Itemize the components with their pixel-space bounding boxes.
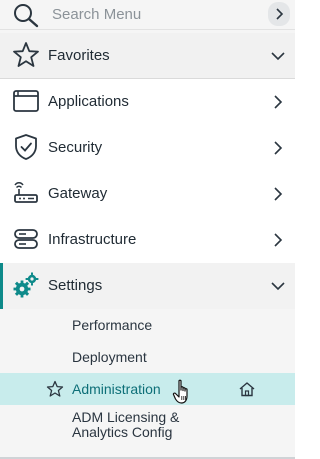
- applications-label: Applications: [48, 93, 129, 110]
- deployment-label: Deployment: [72, 349, 147, 365]
- home-icon[interactable]: [238, 381, 256, 397]
- security-label: Security: [48, 139, 103, 156]
- chevron-right-icon: [274, 233, 283, 247]
- adm-licensing-label: ADM Licensing & Analytics Config: [72, 409, 180, 440]
- nav-item-settings[interactable]: Settings: [0, 263, 295, 309]
- favorite-star-icon[interactable]: [46, 380, 64, 398]
- chevron-right-icon: [276, 8, 284, 20]
- servers-icon: [14, 229, 38, 249]
- chevron-right-icon: [274, 141, 283, 155]
- gateway-icon: [14, 182, 38, 203]
- nav-item-security[interactable]: Security: [0, 125, 295, 171]
- gateway-label: Gateway: [48, 185, 108, 202]
- settings-label: Settings: [48, 277, 103, 294]
- collapse-menu-button[interactable]: [268, 2, 290, 26]
- performance-label: Performance: [72, 317, 153, 333]
- administration-label: Administration: [72, 381, 161, 397]
- gears-icon: [13, 272, 39, 298]
- nav-item-infrastructure[interactable]: Infrastructure: [0, 217, 295, 263]
- sub-item-adm-licensing[interactable]: ADM Licensing & Analytics Config: [0, 406, 295, 454]
- window-icon: [13, 90, 39, 112]
- infrastructure-label: Infrastructure: [48, 231, 137, 248]
- nav-item-applications[interactable]: Applications: [0, 79, 295, 125]
- sub-item-performance[interactable]: Performance: [0, 309, 295, 341]
- shield-check-icon: [15, 134, 37, 160]
- navigation-menu: Favorites Applications Security: [0, 0, 295, 459]
- chevron-down-icon: [271, 52, 285, 61]
- nav-item-gateway[interactable]: Gateway: [0, 171, 295, 217]
- hand-cursor-icon: [172, 379, 188, 404]
- star-icon: [13, 42, 39, 67]
- chevron-down-icon: [271, 282, 285, 291]
- search-row: [0, 0, 295, 30]
- chevron-right-icon: [274, 187, 283, 201]
- sub-item-deployment[interactable]: Deployment: [0, 341, 295, 373]
- favorites-label: Favorites: [48, 47, 110, 64]
- search-icon[interactable]: [12, 2, 40, 28]
- chevron-right-icon: [274, 95, 283, 109]
- sub-item-administration[interactable]: Administration: [0, 373, 295, 405]
- active-indicator: [0, 263, 3, 309]
- favorites-section[interactable]: Favorites: [0, 33, 295, 79]
- search-input[interactable]: [52, 3, 262, 25]
